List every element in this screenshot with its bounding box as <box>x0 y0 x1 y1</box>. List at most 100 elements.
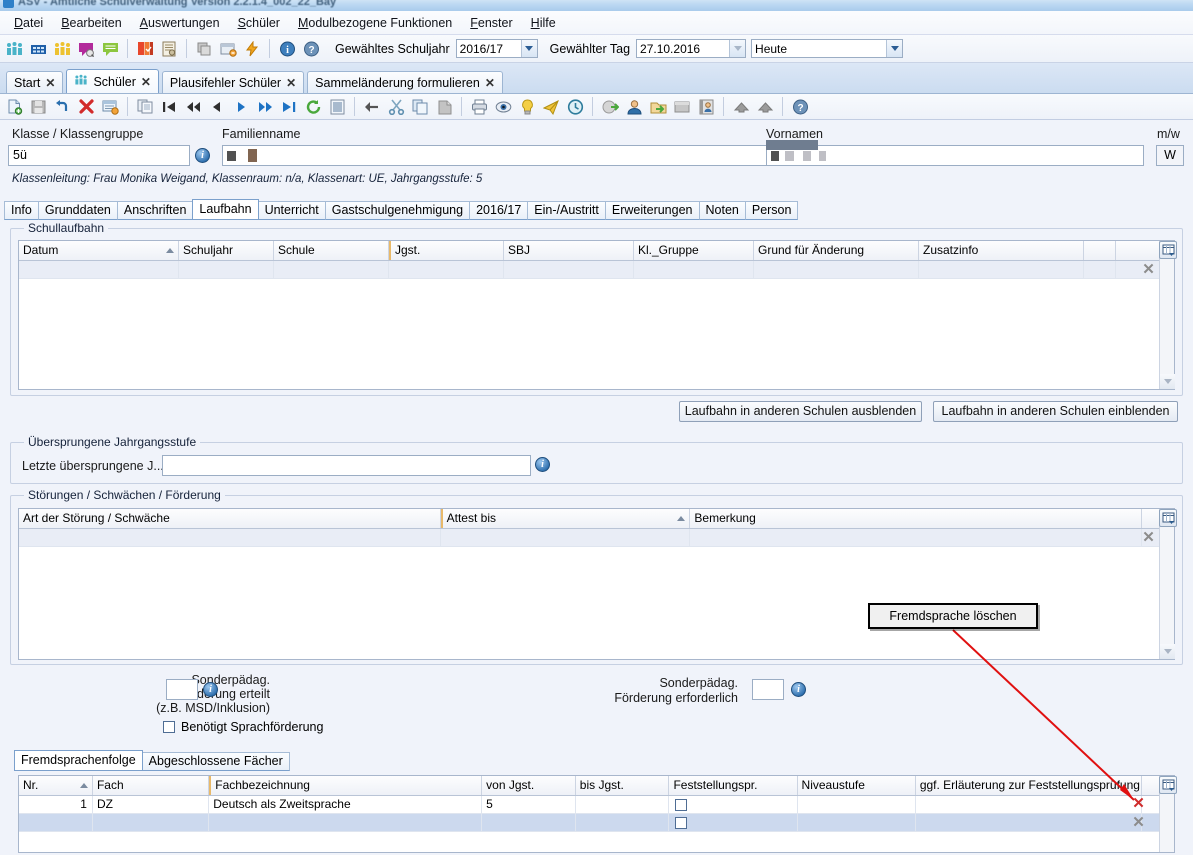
column-config-button[interactable] <box>1159 776 1177 794</box>
menu-item-bearbeiten[interactable]: Bearbeiten <box>52 13 130 33</box>
tab-gastschulgenehmigung[interactable]: Gastschulgenehmigung <box>324 201 471 220</box>
day-combo[interactable]: 27.10.2016 <box>636 39 747 58</box>
tab-unterricht[interactable]: Unterricht <box>257 201 326 220</box>
window-tab-schüler[interactable]: Schüler ✕ <box>66 69 159 93</box>
tab-ein-austritt[interactable]: Ein-/Austritt <box>527 201 606 220</box>
table-row[interactable] <box>19 814 1174 832</box>
show-other-schools-button[interactable]: Laufbahn in anderen Schulen einblenden <box>933 401 1178 422</box>
info-icon[interactable]: i <box>276 38 298 60</box>
next-record-icon[interactable] <box>230 96 252 118</box>
column-header-nr-[interactable]: Nr. <box>19 776 93 795</box>
teacher-note-icon[interactable] <box>75 38 97 60</box>
foerderung-granted-input[interactable] <box>166 679 198 700</box>
export-icon[interactable] <box>599 96 621 118</box>
uebersprungene-info-icon[interactable]: i <box>535 457 550 472</box>
menu-item-hilfe[interactable]: Hilfe <box>522 13 565 33</box>
column-header-zusatzinfo[interactable]: Zusatzinfo <box>919 241 1084 260</box>
undo-icon[interactable] <box>51 96 73 118</box>
vertical-scrollbar[interactable] <box>1159 509 1175 659</box>
period-combo[interactable]: Heute <box>751 39 904 58</box>
last-record-icon[interactable] <box>278 96 300 118</box>
tab-2016-17[interactable]: 2016/17 <box>469 201 529 220</box>
chevron-down-icon[interactable] <box>886 40 903 57</box>
delete-row-icon[interactable]: ✕ <box>1131 814 1146 831</box>
delete-icon[interactable] <box>75 96 97 118</box>
column-header-fach[interactable]: Fach <box>93 776 210 795</box>
help-icon[interactable]: ? <box>300 38 322 60</box>
column-header-sbj[interactable]: SBJ <box>504 241 634 260</box>
feststellungspruefung-checkbox[interactable] <box>675 816 688 829</box>
prev-record-icon[interactable] <box>206 96 228 118</box>
column-header-bemerkung[interactable]: Bemerkung <box>690 509 1143 528</box>
refresh-icon[interactable] <box>302 96 324 118</box>
bottom-tab-fremdsprachenfolge[interactable]: Fremdsprachenfolge <box>14 750 143 771</box>
next-page-icon[interactable] <box>254 96 276 118</box>
paste-icon[interactable] <box>433 96 455 118</box>
copy-icon[interactable] <box>409 96 431 118</box>
column-header-datum[interactable]: Datum <box>19 241 179 260</box>
students-group-icon[interactable] <box>3 38 25 60</box>
cut-icon[interactable] <box>385 96 407 118</box>
delete-row-icon[interactable]: ✕ <box>1141 529 1156 546</box>
new-record-icon[interactable] <box>3 96 25 118</box>
menu-item-datei[interactable]: Datei <box>5 13 52 33</box>
window-tab-start[interactable]: Start ✕ <box>6 71 64 93</box>
first-record-icon[interactable] <box>158 96 180 118</box>
column-header-jgst-[interactable]: Jgst. <box>389 241 504 260</box>
back-icon[interactable] <box>361 96 383 118</box>
close-icon[interactable]: ✕ <box>485 77 495 89</box>
close-icon[interactable]: ✕ <box>286 77 296 89</box>
tab-erweiterungen[interactable]: Erweiterungen <box>604 201 700 220</box>
save-icon[interactable] <box>27 96 49 118</box>
close-icon[interactable]: ✕ <box>141 76 151 88</box>
window-tab-sammeländerung-formulieren[interactable]: Sammeländerung formulieren ✕ <box>307 71 503 93</box>
scroll-down-button[interactable] <box>1160 644 1175 659</box>
column-header-grund-für-änderung[interactable]: Grund für Änderung <box>754 241 919 260</box>
report-card-icon[interactable] <box>158 38 180 60</box>
comment-icon[interactable] <box>99 38 121 60</box>
school-building-icon[interactable] <box>27 38 49 60</box>
menu-item-fenster[interactable]: Fenster <box>461 13 521 33</box>
column-config-button[interactable] <box>1159 509 1177 527</box>
prev-page-icon[interactable] <box>182 96 204 118</box>
modules-icon[interactable] <box>193 38 215 60</box>
sprachfoerderung-checkbox-row[interactable]: Benötigt Sprachförderung <box>163 720 323 734</box>
reports-icon[interactable] <box>134 38 156 60</box>
sex-field[interactable]: W <box>1156 145 1184 166</box>
up-all-icon[interactable] <box>754 96 776 118</box>
column-header-von-jgst-[interactable]: von Jgst. <box>482 776 576 795</box>
sprachfoerderung-checkbox[interactable] <box>163 721 175 733</box>
tab-noten[interactable]: Noten <box>698 201 746 220</box>
schoolyear-combo[interactable]: 2016/17 <box>455 39 538 58</box>
address-book-icon[interactable] <box>695 96 717 118</box>
close-icon[interactable]: ✕ <box>45 77 55 89</box>
hint-icon[interactable] <box>516 96 538 118</box>
firstname-input[interactable] <box>766 145 1144 166</box>
class-list-icon[interactable] <box>51 38 73 60</box>
menu-item-sch-ler[interactable]: Schüler <box>229 13 289 33</box>
column-header-niveaustufe[interactable]: Niveaustufe <box>798 776 916 795</box>
lastname-input[interactable] <box>222 145 785 166</box>
menu-item-modulbezogene-funktionen[interactable]: Modulbezogene Funktionen <box>289 13 461 33</box>
duplicate-icon[interactable] <box>134 96 156 118</box>
preview-icon[interactable] <box>492 96 514 118</box>
table-row[interactable]: 1 DZ Deutsch als Zweitsprache 5 <box>19 796 1174 814</box>
column-header-feststellungspr-[interactable]: Feststellungspr. <box>669 776 798 795</box>
menu-item-auswertungen[interactable]: Auswertungen <box>131 13 229 33</box>
column-header-art-der-störung-schwäche[interactable]: Art der Störung / Schwäche <box>19 509 441 528</box>
class-info-icon[interactable]: i <box>195 148 210 163</box>
column-config-button[interactable] <box>1159 241 1177 259</box>
print-icon[interactable] <box>468 96 490 118</box>
letzte-uebersprungene-input[interactable] <box>162 455 531 476</box>
column-header-schuljahr[interactable]: Schuljahr <box>179 241 274 260</box>
archive-icon[interactable] <box>671 96 693 118</box>
column-header-attest-bis[interactable]: Attest bis <box>440 509 691 528</box>
tab-anschriften[interactable]: Anschriften <box>116 201 194 220</box>
list-view-icon[interactable] <box>326 96 348 118</box>
foerderung-required-info-icon[interactable]: i <box>791 682 806 697</box>
delete-fremdsprache-icon[interactable]: ✕ <box>1131 795 1146 812</box>
send-icon[interactable] <box>540 96 562 118</box>
help-icon[interactable]: ? <box>789 96 811 118</box>
window-tab-plausifehler-schüler[interactable]: Plausifehler Schüler ✕ <box>161 71 305 93</box>
hide-other-schools-button[interactable]: Laufbahn in anderen Schulen ausblenden <box>679 401 922 422</box>
